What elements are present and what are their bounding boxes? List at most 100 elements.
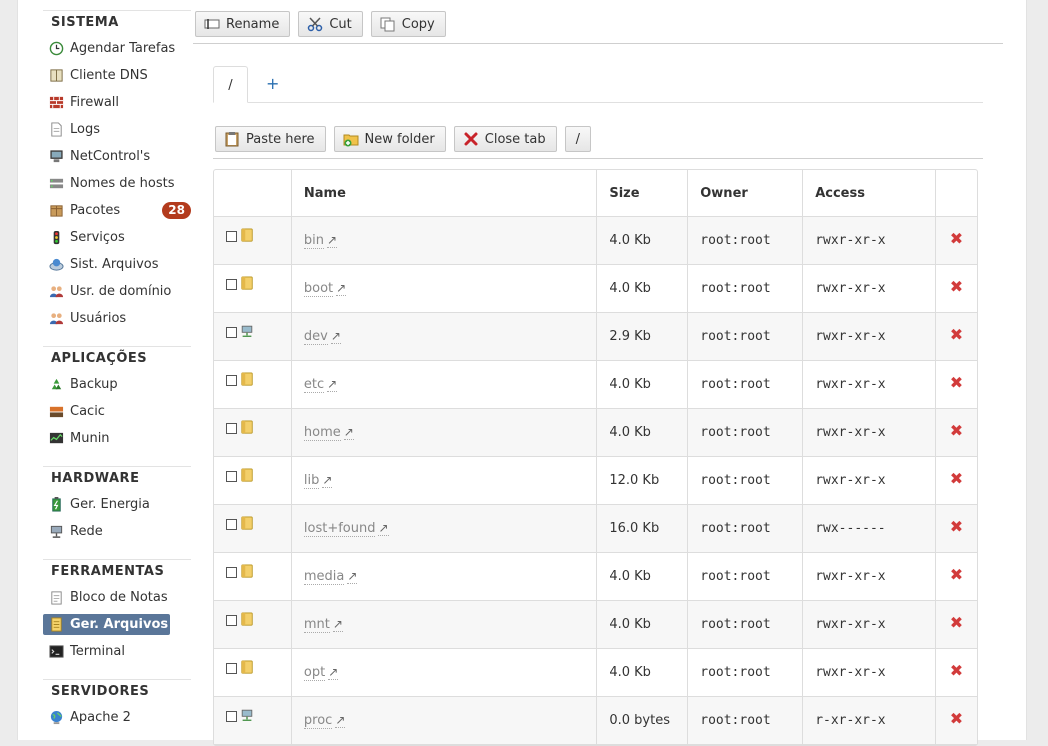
open-link-icon[interactable]: ↗ (378, 521, 389, 536)
row-checkbox[interactable] (226, 279, 237, 290)
hosts-icon (49, 176, 64, 191)
sidebar-item[interactable]: Agendar Tarefas (43, 35, 191, 62)
owner-cell: root:root (688, 505, 804, 553)
open-link-icon[interactable]: ↗ (322, 473, 333, 488)
sidebar-item[interactable]: Nomes de hosts (43, 170, 191, 197)
sidebar-item[interactable]: Bloco de Notas (43, 584, 191, 611)
delete-icon[interactable]: ✖ (950, 229, 963, 248)
sidebar-item[interactable]: Cliente DNS (43, 62, 191, 89)
delete-icon[interactable]: ✖ (950, 709, 963, 728)
row-checkbox[interactable] (226, 327, 237, 338)
table-row[interactable]: lost+found ↗ 16.0 Kb root:root rwx------ ✖ (214, 505, 977, 553)
delete-icon[interactable]: ✖ (950, 613, 963, 632)
actions-cell: ✖ (936, 265, 977, 313)
open-link-icon[interactable]: ↗ (336, 281, 347, 296)
tab-root[interactable]: / (213, 66, 248, 103)
table-row[interactable]: media ↗ 4.0 Kb root:root rwxr-xr-x ✖ (214, 553, 977, 601)
owner-cell: root:root (688, 697, 804, 745)
path-button[interactable]: / (564, 126, 592, 152)
row-checkbox[interactable] (226, 567, 237, 578)
delete-icon[interactable]: ✖ (950, 565, 963, 584)
table-row[interactable]: boot ↗ 4.0 Kb root:root rwxr-xr-x ✖ (214, 265, 977, 313)
sidebar-item[interactable]: Usr. de domínio (43, 278, 191, 305)
file-name-link[interactable]: bin (303, 233, 324, 249)
sidebar-item[interactable]: Usuários (43, 305, 191, 332)
row-checkbox[interactable] (226, 615, 237, 626)
file-name-link[interactable]: etc (303, 377, 325, 393)
file-name-link[interactable]: boot (303, 281, 334, 297)
sidebar-item[interactable]: Rede (43, 518, 191, 545)
table-row[interactable]: opt ↗ 4.0 Kb root:root rwxr-xr-x ✖ (214, 649, 977, 697)
sidebar-item[interactable]: Firewall (43, 89, 191, 116)
sidebar-item[interactable]: Serviços (43, 224, 191, 251)
sidebar-item[interactable]: Ger. Energia (43, 491, 191, 518)
add-tab-button[interactable]: + (266, 74, 279, 93)
select-cell (214, 265, 292, 313)
folder-icon (240, 611, 254, 630)
row-checkbox[interactable] (226, 519, 237, 530)
open-link-icon[interactable]: ↗ (347, 569, 358, 584)
size-column-header[interactable]: Size (597, 170, 689, 217)
row-checkbox[interactable] (226, 231, 237, 242)
table-row[interactable]: mnt ↗ 4.0 Kb root:root rwxr-xr-x ✖ (214, 601, 977, 649)
row-checkbox[interactable] (226, 375, 237, 386)
open-link-icon[interactable]: ↗ (328, 665, 339, 680)
name-cell: media ↗ (291, 553, 598, 601)
sidebar-item[interactable]: Logs (43, 116, 191, 143)
owner-column-header[interactable]: Owner (688, 170, 804, 217)
delete-icon[interactable]: ✖ (950, 325, 963, 344)
access-column-header[interactable]: Access (803, 170, 937, 217)
row-checkbox[interactable] (226, 423, 237, 434)
rename-button[interactable]: Rename (195, 11, 291, 37)
delete-icon[interactable]: ✖ (950, 277, 963, 296)
file-name-link[interactable]: mnt (303, 617, 330, 633)
close-tab-button[interactable]: Close tab (453, 126, 557, 152)
file-name-link[interactable]: opt (303, 665, 326, 681)
open-link-icon[interactable]: ↗ (330, 329, 341, 344)
actions-cell: ✖ (936, 217, 977, 265)
package-icon (49, 203, 64, 218)
file-name-link[interactable]: home (303, 425, 341, 441)
sidebar-item[interactable]: Ger. Arquivos (43, 614, 170, 635)
paste-here-button[interactable]: Paste here (215, 126, 326, 152)
sidebar-item[interactable]: Sist. Arquivos (43, 251, 191, 278)
file-name-link[interactable]: dev (303, 329, 328, 345)
table-row[interactable]: lib ↗ 12.0 Kb root:root rwxr-xr-x ✖ (214, 457, 977, 505)
sidebar-item[interactable]: Munin (43, 425, 191, 452)
delete-icon[interactable]: ✖ (950, 517, 963, 536)
cut-button[interactable]: Cut (298, 11, 363, 37)
sidebar-item-label: Backup (70, 377, 118, 392)
delete-icon[interactable]: ✖ (950, 469, 963, 488)
table-row[interactable]: dev ↗ 2.9 Kb root:root rwxr-xr-x ✖ (214, 313, 977, 361)
open-link-icon[interactable]: ↗ (327, 377, 338, 392)
name-column-header[interactable]: Name (291, 170, 598, 217)
open-link-icon[interactable]: ↗ (327, 233, 338, 248)
open-link-icon[interactable]: ↗ (335, 713, 346, 728)
sidebar-item[interactable]: Apache 2 (43, 704, 191, 731)
sidebar-item[interactable]: Cacic (43, 398, 191, 425)
row-checkbox[interactable] (226, 471, 237, 482)
sidebar-item[interactable]: Terminal (43, 638, 191, 665)
copy-button[interactable]: Copy (370, 11, 446, 37)
size-cell: 4.0 Kb (597, 649, 689, 697)
file-name-link[interactable]: proc (303, 713, 333, 729)
file-name-link[interactable]: media (303, 569, 345, 585)
delete-icon[interactable]: ✖ (950, 661, 963, 680)
row-checkbox[interactable] (226, 711, 237, 722)
table-row[interactable]: proc ↗ 0.0 bytes root:root r-xr-xr-x ✖ (214, 697, 977, 745)
table-row[interactable]: bin ↗ 4.0 Kb root:root rwxr-xr-x ✖ (214, 217, 977, 265)
delete-icon[interactable]: ✖ (950, 373, 963, 392)
sidebar-item[interactable]: Backup (43, 371, 191, 398)
file-name-link[interactable]: lib (303, 473, 320, 489)
open-link-icon[interactable]: ↗ (343, 425, 354, 440)
open-link-icon[interactable]: ↗ (332, 617, 343, 632)
delete-icon[interactable]: ✖ (950, 421, 963, 440)
row-checkbox[interactable] (226, 663, 237, 674)
sidebar-item[interactable]: Pacotes 28 (43, 197, 191, 224)
table-row[interactable]: home ↗ 4.0 Kb root:root rwxr-xr-x ✖ (214, 409, 977, 457)
sidebar-item[interactable]: NetControl's (43, 143, 191, 170)
folder-icon (240, 659, 254, 678)
table-row[interactable]: etc ↗ 4.0 Kb root:root rwxr-xr-x ✖ (214, 361, 977, 409)
file-name-link[interactable]: lost+found (303, 521, 376, 537)
new-folder-button[interactable]: New folder (333, 126, 446, 152)
